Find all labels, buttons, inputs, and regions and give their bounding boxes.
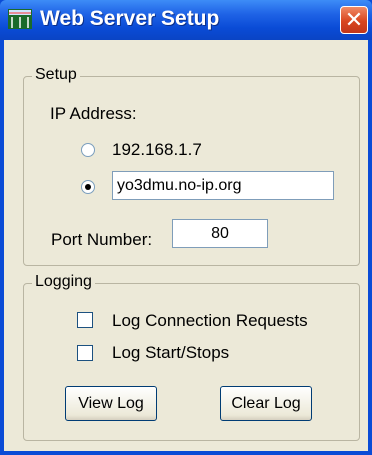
log-startstop-label[interactable]: Log Start/Stops xyxy=(112,343,229,363)
dialog-body: Setup IP Address: 192.168.1.7 Port Numbe… xyxy=(4,40,368,451)
log-connection-label[interactable]: Log Connection Requests xyxy=(112,311,308,331)
close-button[interactable]: ✕ xyxy=(340,6,368,34)
hostname-input[interactable] xyxy=(112,171,334,200)
ip-address-label: IP Address: xyxy=(50,104,137,123)
ip-local-label[interactable]: 192.168.1.7 xyxy=(112,140,202,160)
ip-host-radio[interactable] xyxy=(81,180,95,194)
app-icon xyxy=(8,9,32,29)
logging-group-label: Logging xyxy=(32,273,95,291)
window-title: Web Server Setup xyxy=(40,7,220,30)
log-connection-checkbox[interactable] xyxy=(77,312,93,328)
log-startstop-checkbox[interactable] xyxy=(77,345,93,361)
title-bar[interactable]: Web Server Setup ✕ xyxy=(0,0,372,40)
clear-log-button[interactable]: Clear Log xyxy=(220,386,312,421)
view-log-button[interactable]: View Log xyxy=(65,386,157,421)
port-number-input[interactable] xyxy=(172,219,268,248)
setup-group-label: Setup xyxy=(32,66,80,84)
ip-local-radio[interactable] xyxy=(81,143,95,157)
port-number-label: Port Number: xyxy=(51,230,153,249)
dialog-window: Web Server Setup ✕ Setup IP Address: 192… xyxy=(0,0,372,455)
